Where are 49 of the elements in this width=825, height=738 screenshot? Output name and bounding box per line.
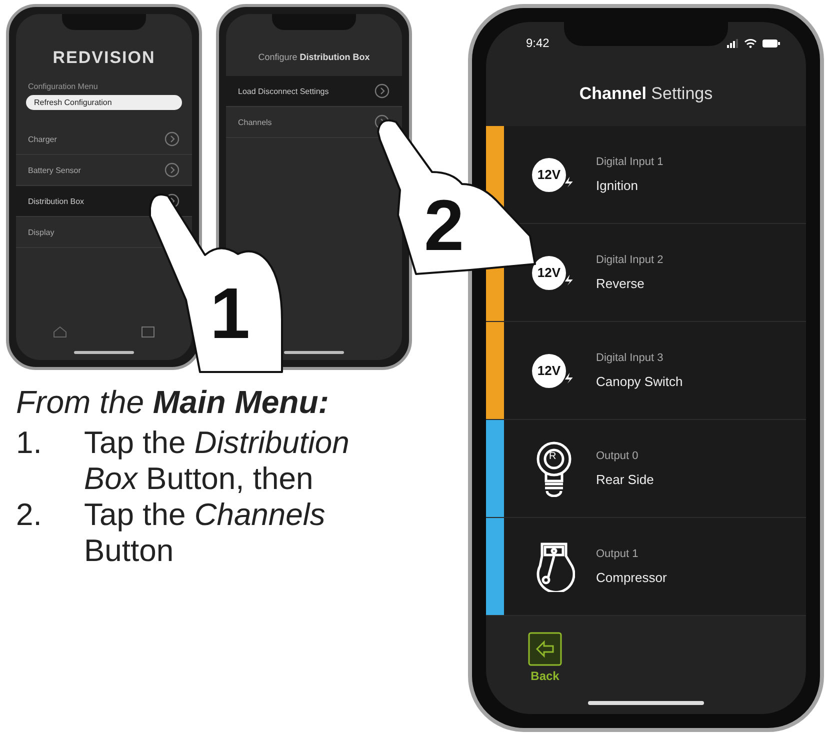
channel-name: Compressor bbox=[596, 570, 667, 585]
step-number: 2. bbox=[16, 497, 43, 534]
refresh-button[interactable]: Refresh Configuration bbox=[26, 95, 182, 110]
menu-item[interactable]: Charger bbox=[16, 124, 192, 155]
menu-item-label: Battery Sensor bbox=[28, 166, 81, 174]
instruction-heading: From the Main Menu: bbox=[16, 384, 330, 421]
channel-label: Digital Input 2 bbox=[596, 254, 664, 266]
chevron-icon bbox=[164, 162, 180, 178]
chevron-icon bbox=[164, 131, 180, 147]
channel-name: Reverse bbox=[596, 276, 646, 291]
channel-row[interactable]: Output 1 Compressor bbox=[486, 518, 806, 616]
step-callout-number: 1 bbox=[210, 278, 250, 350]
screen-title: Channel Settings bbox=[578, 84, 714, 104]
channel-name: Canopy Switch bbox=[596, 374, 683, 389]
step-callout-number: 2 bbox=[424, 190, 464, 262]
channel-label: Output 0 bbox=[596, 450, 640, 462]
menu-item-label: Display bbox=[28, 228, 54, 236]
app-logo: REDVISION bbox=[52, 48, 156, 68]
channel-name: Rear Side bbox=[596, 472, 654, 487]
signal-icon bbox=[727, 38, 739, 48]
channel-row[interactable]: R Output 0 Rear Side bbox=[486, 420, 806, 518]
screen-title: Configure Distribution Box bbox=[257, 52, 371, 62]
menu-item-label: Charger bbox=[28, 134, 57, 144]
step-text: Tap the Channels Button bbox=[84, 497, 326, 569]
bulb-letter: R bbox=[549, 450, 556, 462]
channel-label: Digital Input 3 bbox=[596, 352, 664, 364]
channel-row[interactable]: 12V Digital Input 2 Reverse bbox=[486, 224, 806, 322]
home-indicator bbox=[284, 351, 344, 354]
chevron-icon bbox=[374, 83, 390, 99]
channel-label: Output 1 bbox=[596, 548, 640, 560]
channel-row[interactable]: 12V Digital Input 1 Ignition bbox=[486, 126, 806, 224]
step-text: Tap the Distribution Box Button, then bbox=[84, 425, 350, 497]
step-number: 1. bbox=[16, 425, 43, 462]
channel-label: Digital Input 1 bbox=[596, 156, 664, 168]
wifi-icon bbox=[744, 38, 757, 48]
device-icon bbox=[141, 326, 155, 338]
menu-item-label: Distribution Box bbox=[28, 196, 84, 206]
channel-name: Ignition bbox=[596, 178, 639, 193]
section-label: Configuration Menu bbox=[27, 82, 99, 91]
menu-item-label: Load Disconnect Settings bbox=[238, 86, 329, 96]
home-icon bbox=[53, 326, 67, 338]
menu-item-label: Channels bbox=[238, 118, 272, 126]
back-button[interactable]: Back bbox=[528, 632, 562, 683]
menu-item[interactable]: Distribution Box bbox=[16, 186, 192, 217]
home-indicator bbox=[74, 351, 134, 354]
channel-row[interactable]: 12V Digital Input 3 Canopy Switch bbox=[486, 322, 806, 420]
battery-icon bbox=[762, 38, 780, 48]
status-time: 9:42 bbox=[526, 36, 550, 50]
menu-item[interactable]: Load Disconnect Settings bbox=[226, 76, 402, 107]
